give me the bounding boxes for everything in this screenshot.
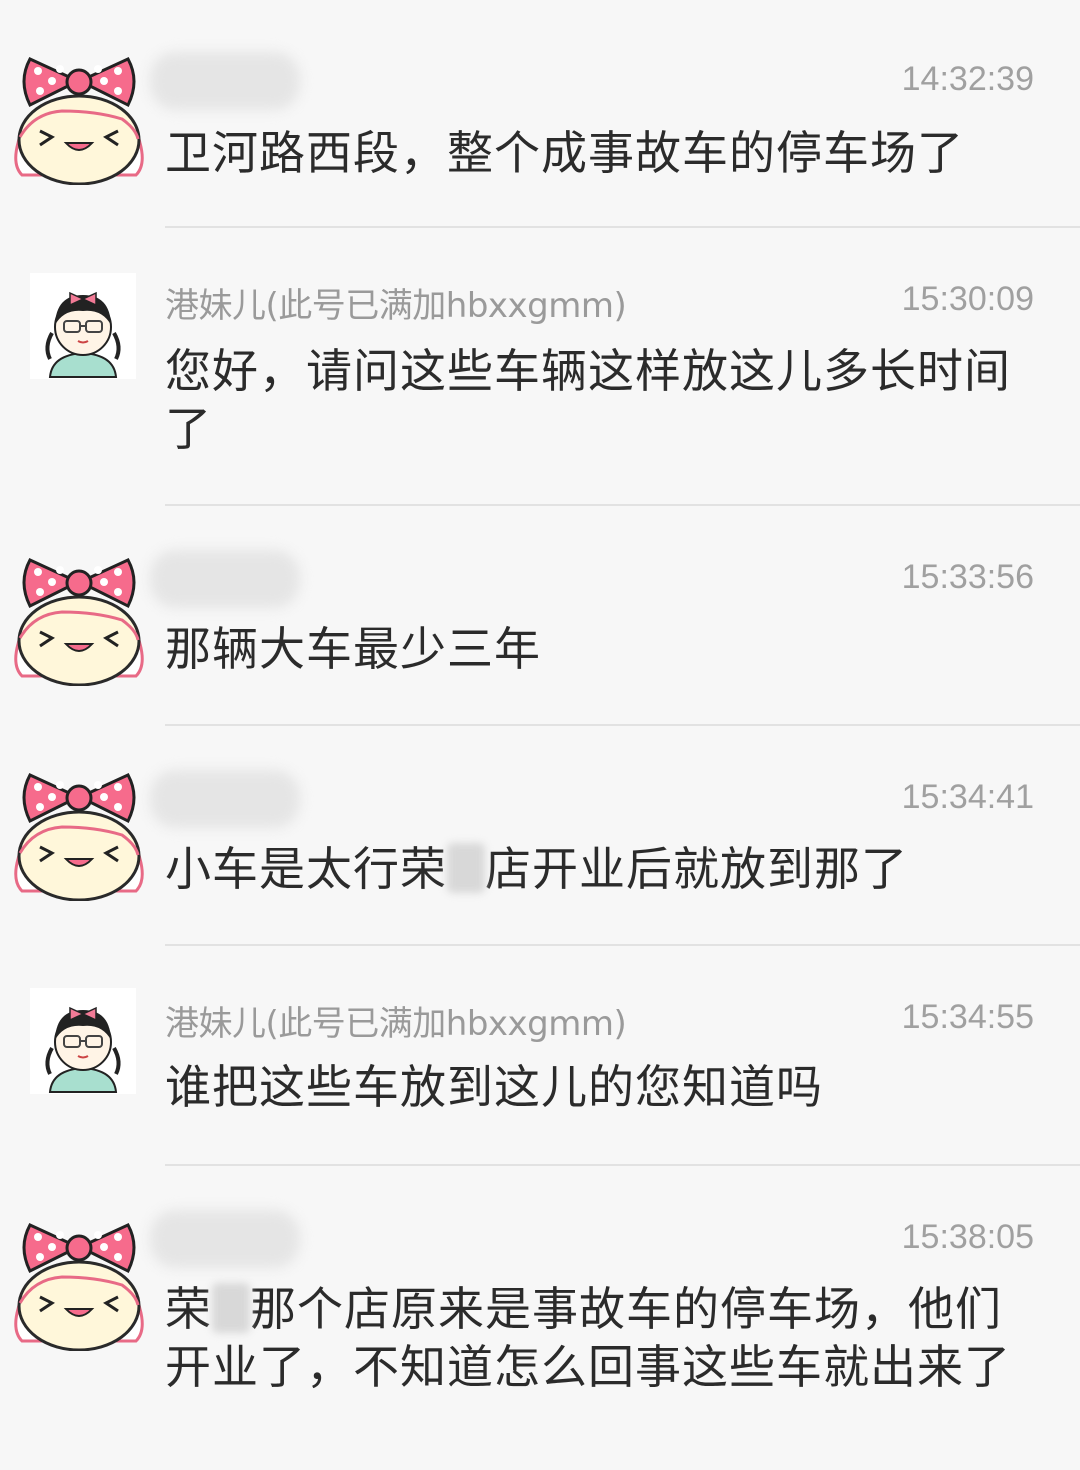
sender-name: 港妹儿(此号已满加hbxxgmm)	[165, 286, 627, 326]
sender-name-redacted	[150, 550, 300, 608]
chat-message: 15:34:41 小车是太行荣 店开业后就放到那了	[0, 726, 1080, 946]
message-text: 卫河路西段，整个成事故车的停车场了	[165, 124, 1035, 182]
cartoon-girl-glasses-avatar[interactable]	[30, 273, 136, 379]
sender-name-redacted	[150, 52, 300, 110]
sender-name-redacted	[150, 1210, 300, 1268]
message-text: 那辆大车最少三年	[165, 620, 1035, 678]
chat-message: 港妹儿(此号已满加hbxxgmm) 15:34:55 谁把这些车放到这儿的您知道…	[0, 946, 1080, 1166]
redacted-character	[447, 843, 485, 893]
message-timestamp: 15:34:55	[901, 998, 1034, 1036]
redacted-character	[212, 1283, 250, 1333]
message-text-part: 谁把这些车放到这儿的您知道吗	[165, 1060, 823, 1114]
message-text-part: 店开业后就放到那了	[485, 842, 908, 896]
message-text-part: 荣	[165, 1282, 212, 1336]
message-timestamp: 14:32:39	[901, 60, 1034, 98]
sender-name: 港妹儿(此号已满加hbxxgmm)	[165, 1004, 627, 1044]
chat-message-list: 14:32:39 卫河路西段，整个成事故车的停车场了 港妹儿(此号已满加hbxx…	[0, 0, 1080, 1470]
chat-message: 港妹儿(此号已满加hbxxgmm) 15:30:09 您好，请问这些车辆这样放这…	[0, 228, 1080, 506]
cartoon-girl-pink-bow-avatar[interactable]	[0, 526, 160, 687]
chat-message: 15:33:56 那辆大车最少三年	[0, 506, 1080, 726]
message-text: 小车是太行荣 店开业后就放到那了	[165, 840, 1035, 898]
message-text: 荣那个店原来是事故车的停车场，他们开业了，不知道怎么回事这些车就出来了	[165, 1280, 1035, 1396]
message-text-part: 卫河路西段，整个成事故车的停车场了	[165, 126, 964, 180]
message-text-part: 那辆大车最少三年	[165, 622, 541, 676]
message-text-part: 那个店原来是事故车的停车场，他们开业了，不知道怎么回事这些车就出来了	[165, 1282, 1011, 1394]
sender-name-redacted	[150, 770, 300, 828]
chat-message: 15:38:05 荣那个店原来是事故车的停车场，他们开业了，不知道怎么回事这些车…	[0, 1166, 1080, 1470]
cartoon-girl-pink-bow-avatar[interactable]	[0, 1191, 160, 1352]
message-text-part: 您好，请问这些车辆这样放这儿多长时间了	[165, 344, 1011, 456]
message-text: 谁把这些车放到这儿的您知道吗	[165, 1058, 1035, 1116]
message-text: 您好，请问这些车辆这样放这儿多长时间了	[165, 342, 1035, 458]
message-timestamp: 15:30:09	[901, 280, 1034, 318]
cartoon-girl-pink-bow-avatar[interactable]	[0, 25, 160, 186]
cartoon-girl-pink-bow-avatar[interactable]	[0, 741, 160, 902]
message-timestamp: 15:33:56	[901, 558, 1034, 596]
message-timestamp: 15:34:41	[901, 778, 1034, 816]
message-timestamp: 15:38:05	[901, 1218, 1034, 1256]
chat-message: 14:32:39 卫河路西段，整个成事故车的停车场了	[0, 0, 1080, 228]
cartoon-girl-glasses-avatar[interactable]	[30, 988, 136, 1094]
message-text-part: 小车是太行荣	[165, 842, 447, 896]
